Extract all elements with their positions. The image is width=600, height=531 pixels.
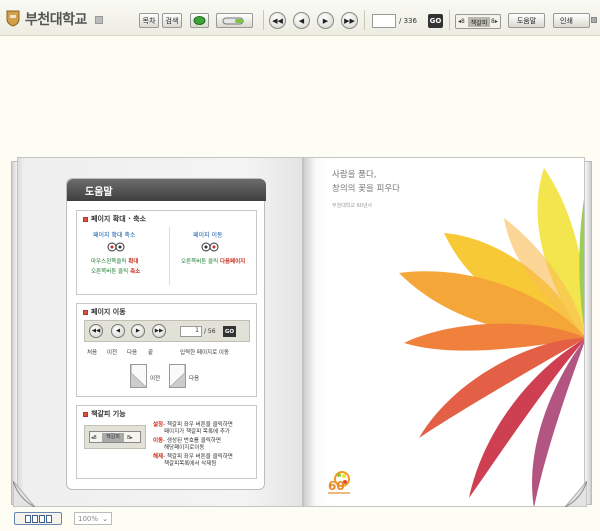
demo-page-input: 1 [180, 326, 202, 337]
search-button[interactable]: 검색 [162, 13, 182, 28]
divider [169, 227, 170, 285]
section-title: 페이지 확대 · 축소 [91, 215, 147, 223]
prev-page-button[interactable]: ◀ [293, 12, 310, 29]
demo-go: GO [223, 326, 236, 337]
thumbnail-icon [45, 514, 52, 523]
bullet-icon [83, 411, 88, 417]
cover-quote-line2: 창의의 꽃을 피우다 [332, 184, 400, 194]
prev-page-doc-icon [130, 364, 147, 388]
prev-page-icon: ◀ [111, 324, 125, 338]
help-section-bookmark: 책갈피 기능 ◂8 책갈피 8▸ 설정- 책갈피 좌우 버튼을 클릭하면 페이지… [76, 405, 257, 479]
bookmark-next-icon: 8▸ [127, 435, 133, 441]
zoom-value: 100% [78, 515, 99, 523]
mouse-icon [201, 242, 219, 252]
section-title: 페이지 이동 [91, 308, 126, 316]
print-dropdown-icon[interactable] [591, 17, 597, 23]
help-panel: 도움말 페이지 확대 · 축소 페이지 확대 축소 마우스왼쪽클릭 확대 오른쪽… [66, 178, 266, 490]
thumbnail-icon [24, 514, 31, 523]
help-header: 도움말 [67, 179, 266, 201]
bullet-icon [83, 216, 88, 222]
first-page-button[interactable]: ◀◀ [269, 12, 286, 29]
demo-total-pages: / 56 [204, 328, 216, 335]
nav-demo-bar: ◀◀ ◀ ▶ ▶▶ 1 / 56 GO [84, 320, 250, 342]
next-page-label: 다음 [189, 376, 200, 382]
help-title: 도움말 [85, 187, 113, 198]
bookmark-control: ◂8 책갈피 8▸ [455, 14, 501, 29]
thumbnail-icon [38, 514, 45, 523]
nav-label-next: 다음 [127, 350, 138, 356]
last-page-icon: ▶▶ [152, 324, 166, 338]
section-title: 책갈피 기능 [91, 410, 126, 418]
bullet-icon [83, 309, 88, 315]
prev-page-label: 이전 [150, 376, 161, 382]
page-curl-left-icon[interactable] [13, 481, 35, 507]
toolbar: 부천대학교 목차 검색 ◀◀ ◀ ▶ ▶▶ / 336 GO ◂8 책갈피 8▸… [0, 0, 600, 36]
bookmark-next-icon[interactable]: 8▸ [491, 18, 498, 25]
next-page-button[interactable]: ▶ [317, 12, 334, 29]
right-page-stack [584, 161, 592, 505]
total-pages: / 336 [399, 17, 417, 25]
thumbnail-icon [31, 514, 38, 523]
brand-title: 부천대학교 [25, 12, 87, 28]
bookmark-prev-icon: ◂8 [91, 435, 97, 441]
right-page[interactable]: 사람을 품다, 창의의 꽃을 피우다 부천대학교 60년사 60 [303, 157, 585, 507]
bookmark-label[interactable]: 책갈피 [468, 17, 490, 27]
cover-subtitle: 부천대학교 60년사 [332, 203, 373, 209]
next-page-icon: ▶ [131, 324, 145, 338]
next-page-doc-icon [169, 364, 186, 388]
bookmark-prev-icon[interactable]: ◂8 [458, 18, 465, 25]
prev-page-icon: ◀ [298, 16, 305, 25]
toolbar-separator [449, 10, 450, 30]
last-page-button[interactable]: ▶▶ [341, 12, 358, 29]
flower-petals-illustration [399, 168, 584, 506]
toolbar-separator [263, 10, 264, 30]
last-page-icon: ▶▶ [344, 16, 355, 25]
60th-anniversary-logo-icon: 60 [328, 471, 350, 494]
mouse-pointer-icon [222, 17, 244, 24]
bookmark-demo-label: 책갈피 [102, 433, 124, 442]
go-button[interactable]: GO [428, 14, 443, 28]
print-button[interactable]: 인쇄 [553, 13, 597, 28]
nav-input-desc: 입력한 페이지로 이동 [180, 350, 230, 356]
toolbar-separator [364, 10, 365, 30]
mouse-icon [107, 242, 125, 252]
cover-quote-line1: 사람을 품다, [332, 170, 377, 180]
page-curl-right-icon[interactable] [565, 481, 587, 507]
svg-text:60: 60 [328, 479, 345, 493]
university-logo-icon [6, 10, 20, 27]
zoom-subtitle: 페이지 확대 축소 [93, 232, 136, 239]
bookmark-demo: ◂8 책갈피 8▸ [84, 425, 146, 449]
nav-label-first: 처음 [87, 350, 98, 356]
first-page-icon: ◀◀ [272, 16, 283, 25]
status-bar: 100% ⌄ [0, 511, 600, 531]
page-number-input[interactable] [372, 14, 396, 28]
memo-button[interactable] [190, 13, 209, 28]
book-viewer: 도움말 페이지 확대 · 축소 페이지 확대 축소 마우스왼쪽클릭 확대 오른쪽… [9, 155, 593, 513]
help-section-zoom: 페이지 확대 · 축소 페이지 확대 축소 마우스왼쪽클릭 확대 오른쪽버튼 클… [76, 210, 257, 295]
thumbnail-view-button[interactable] [14, 512, 62, 525]
first-page-icon: ◀◀ [89, 324, 103, 338]
mouse-zoom-button[interactable] [216, 13, 253, 28]
brand-menu-icon[interactable] [95, 16, 103, 24]
move-subtitle: 페이지 이동 [193, 232, 223, 239]
next-page-icon: ▶ [322, 16, 329, 25]
left-page[interactable]: 도움말 페이지 확대 · 축소 페이지 확대 축소 마우스왼쪽클릭 확대 오른쪽… [17, 157, 303, 507]
print-label: 인쇄 [560, 16, 573, 25]
chevron-down-icon: ⌄ [102, 515, 108, 523]
nav-label-last: 끝 [148, 350, 154, 356]
speech-bubble-icon [193, 15, 206, 26]
toc-button[interactable]: 목차 [139, 13, 159, 28]
zoom-select[interactable]: 100% ⌄ [74, 512, 112, 525]
nav-label-prev: 이전 [107, 350, 118, 356]
help-section-navigation: 페이지 이동 ◀◀ ◀ ▶ ▶▶ 1 / 56 GO 처음 이전 다음 끝 입력… [76, 303, 257, 397]
help-button[interactable]: 도움말 [508, 13, 545, 28]
